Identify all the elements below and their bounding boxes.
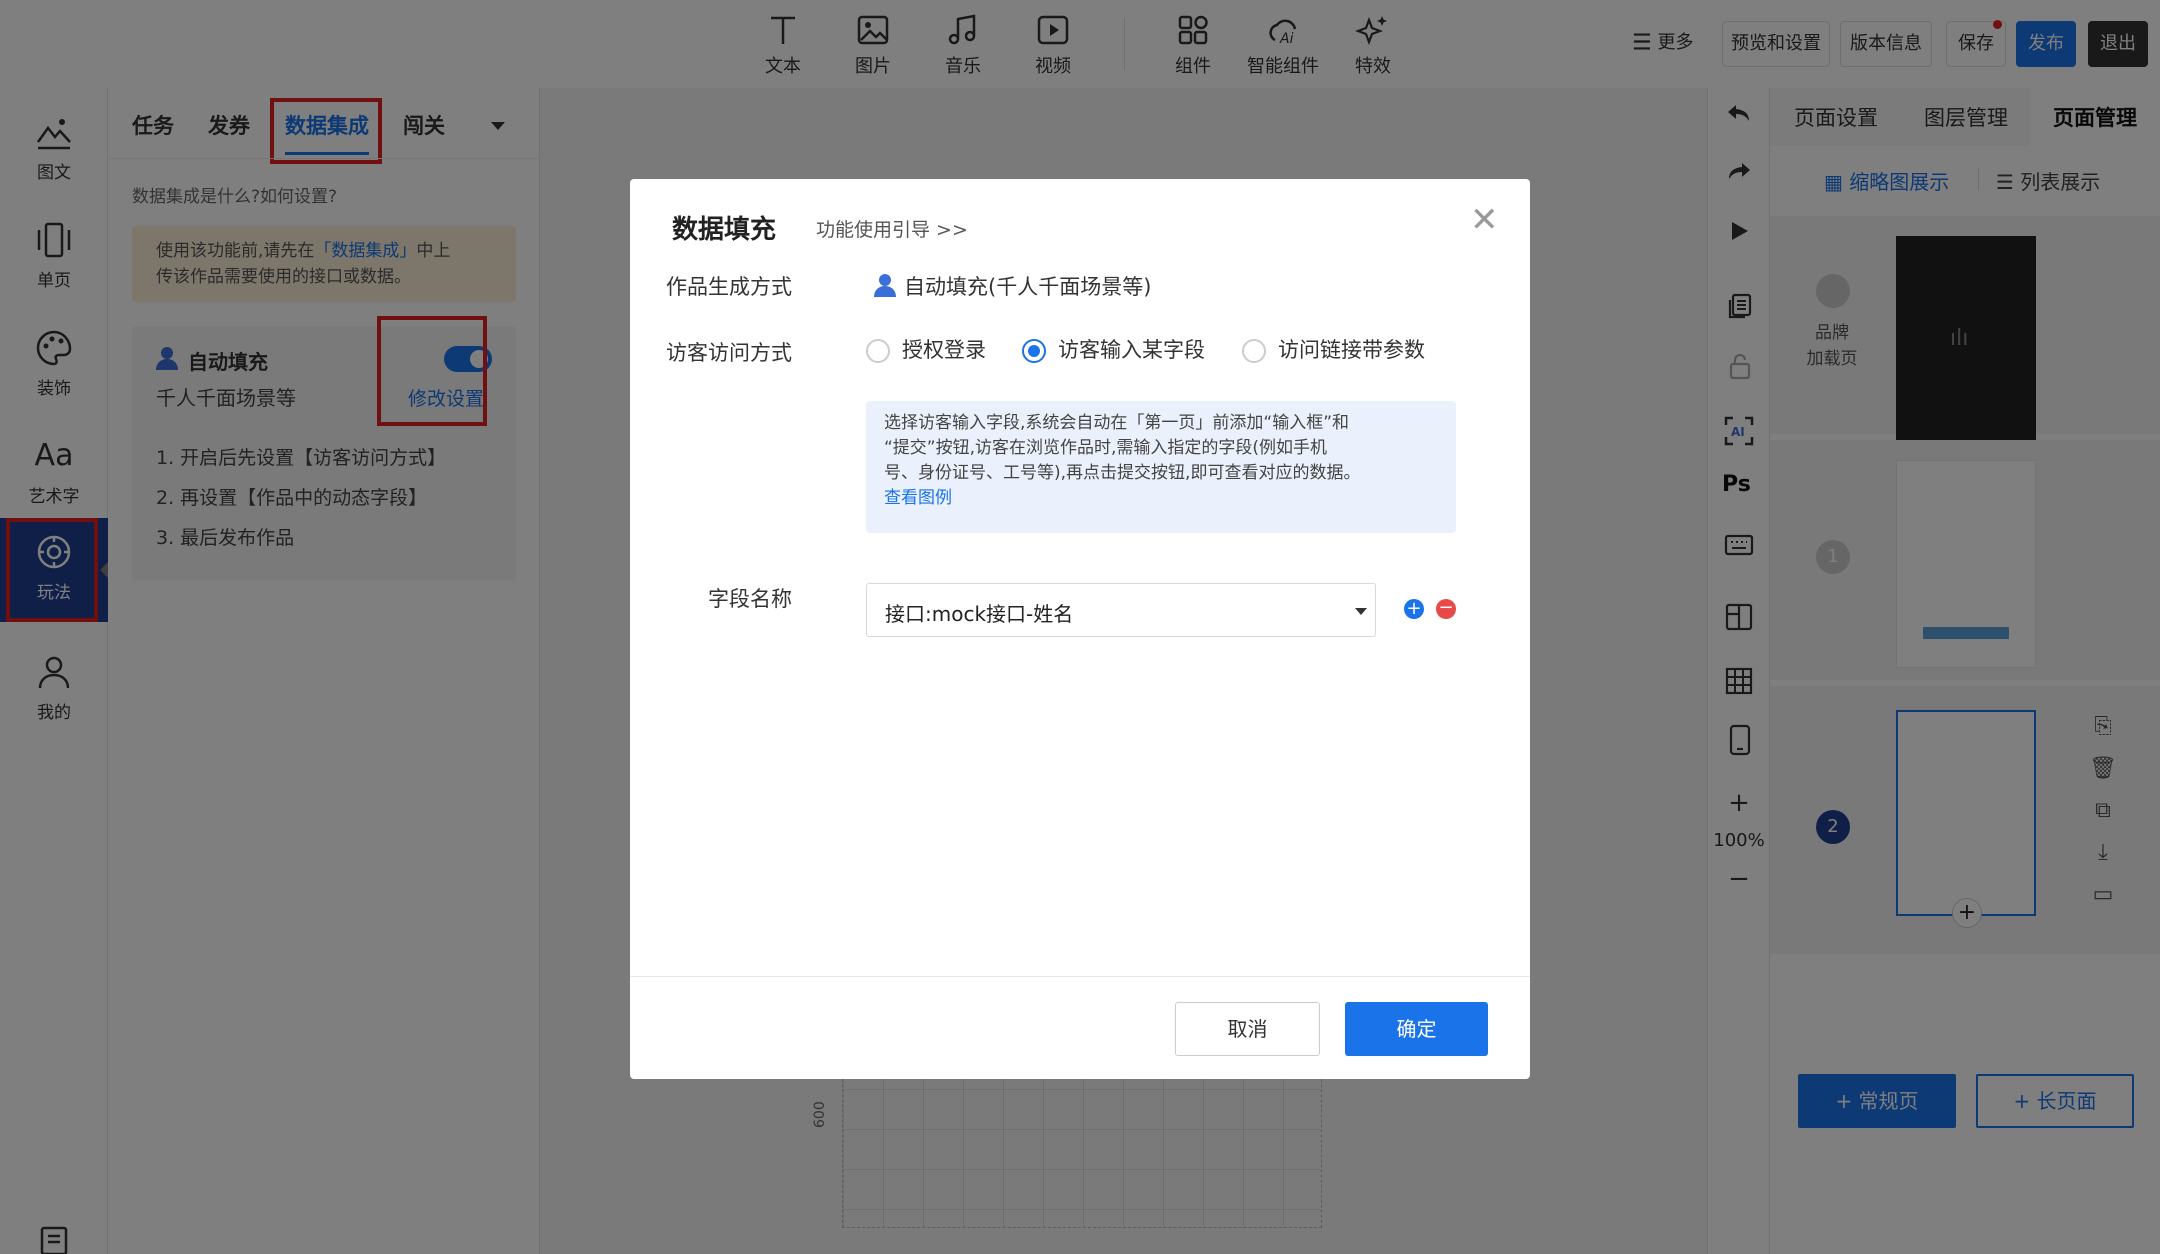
- info-line: “提交”按钮,访客在浏览作品时,需输入指定的字段(例如手机: [884, 438, 1328, 458]
- add-field-icon[interactable]: +: [1404, 599, 1424, 619]
- footer-divider: [630, 976, 1530, 977]
- data-fill-dialog: 数据填充 功能使用引导 >> ✕ 作品生成方式 自动填充(千人千面场景等) 访客…: [630, 179, 1530, 1079]
- cancel-button[interactable]: 取消: [1175, 1002, 1320, 1056]
- radio-visitor-input[interactable]: 访客输入某字段: [1022, 334, 1205, 364]
- field-name-label: 字段名称: [708, 587, 792, 611]
- field-name-select[interactable]: 接口:mock接口-姓名: [866, 583, 1376, 637]
- chevron-down-icon: [1355, 608, 1367, 615]
- radio-button: [866, 339, 890, 363]
- info-line: 选择访客输入字段,系统会自动在「第一页」前添加“输入框”和: [884, 413, 1350, 433]
- dialog-title: 数据填充: [672, 215, 777, 245]
- generation-method-text: 自动填充(千人千面场景等): [904, 275, 1152, 299]
- confirm-button[interactable]: 确定: [1345, 1002, 1488, 1056]
- info-box: 选择访客输入字段,系统会自动在「第一页」前添加“输入框”和 “提交”按钮,访客在…: [866, 401, 1456, 533]
- remove-field-icon[interactable]: −: [1436, 599, 1456, 619]
- radio-url-params[interactable]: 访问链接带参数: [1242, 334, 1425, 364]
- radio-auth-login[interactable]: 授权登录: [866, 334, 986, 364]
- close-icon[interactable]: ✕: [1470, 203, 1499, 237]
- info-line: 号、身份证号、工号等),再点击提交按钮,即可查看对应的数据。: [884, 463, 1361, 483]
- radio-label: 访客输入某字段: [1058, 338, 1205, 362]
- field-name-value: 接口:mock接口-姓名: [885, 602, 1074, 626]
- radio-label: 授权登录: [902, 338, 986, 362]
- user-icon: [874, 274, 896, 297]
- radio-button: [1242, 339, 1266, 363]
- generation-method-label: 作品生成方式: [666, 275, 792, 299]
- access-method-label: 访客访问方式: [666, 341, 792, 365]
- guide-link[interactable]: 功能使用引导 >>: [816, 215, 968, 242]
- view-example-link[interactable]: 查看图例: [884, 486, 1438, 511]
- radio-button-checked: [1022, 339, 1046, 363]
- generation-method-value: 自动填充(千人千面场景等): [874, 271, 1151, 301]
- radio-label: 访问链接带参数: [1278, 338, 1425, 362]
